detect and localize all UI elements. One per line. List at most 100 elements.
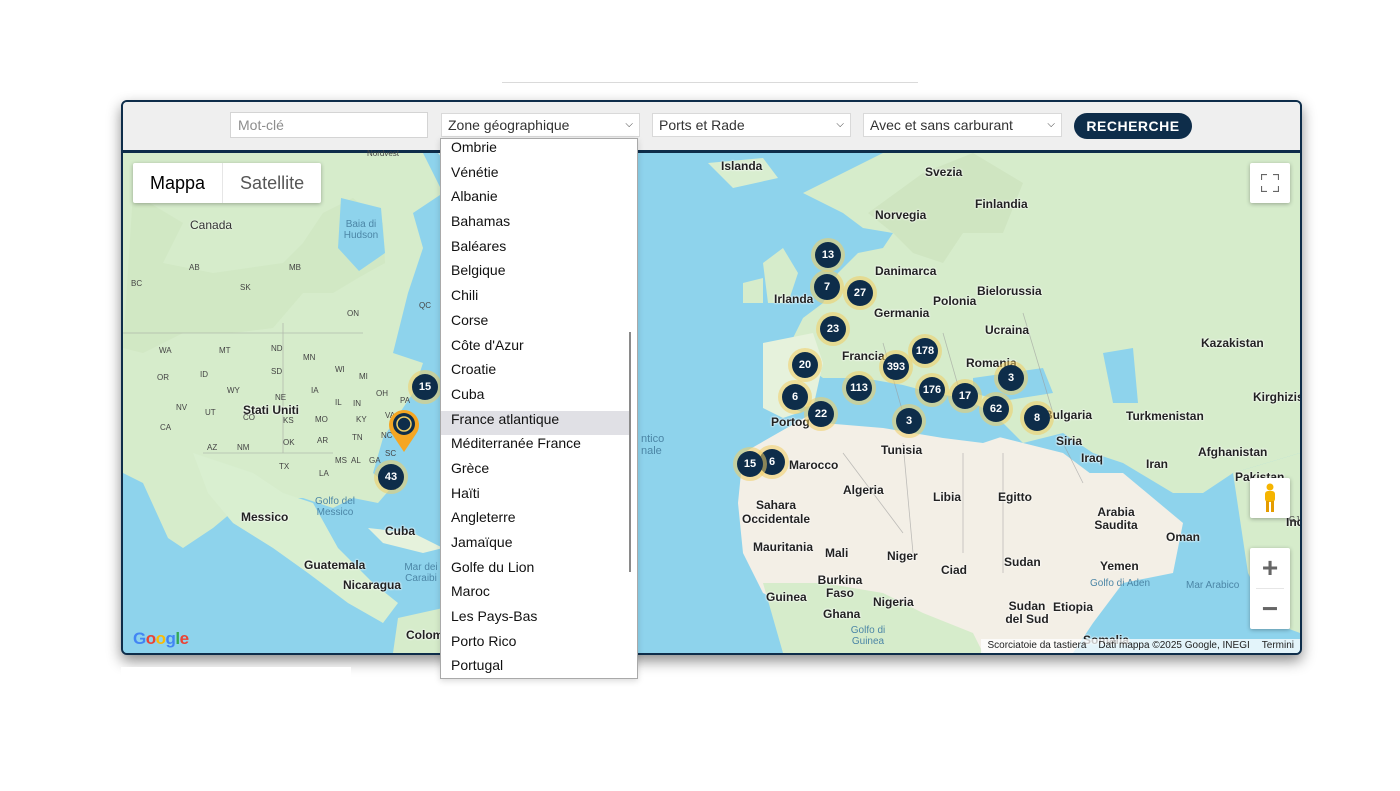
search-button[interactable]: RECHERCHE [1074, 113, 1192, 139]
map-cluster[interactable]: 23 [816, 312, 850, 346]
dropdown-option[interactable]: Haïti [441, 485, 637, 510]
label-afghanistan: Afghanistan [1198, 445, 1268, 459]
map-cluster[interactable]: 7 [810, 270, 844, 304]
keyboard-shortcuts-link[interactable]: Scorciatoie da tastiera [981, 639, 1092, 653]
label-sudan-del-sud: Sudan del Sud [1005, 599, 1049, 626]
map-cluster[interactable]: 62 [979, 392, 1013, 426]
dropdown-option[interactable]: Baléares [441, 238, 637, 263]
map-cluster[interactable]: 20 [788, 348, 822, 382]
map-cluster[interactable]: 393 [879, 350, 913, 384]
map-cluster[interactable]: 178 [908, 334, 942, 368]
label-guatemala: Guatemala [304, 558, 366, 572]
label-islanda: Islanda [721, 159, 763, 173]
dropdown-option[interactable]: Cuba [441, 386, 637, 411]
dropdown-option[interactable]: Ombrie [441, 139, 637, 164]
map-cluster[interactable]: 3 [994, 361, 1028, 395]
fuel-select[interactable]: Avec et sans carburant ⌵ [863, 113, 1062, 137]
label-kirghizistan: Kirghizistan [1253, 390, 1300, 404]
dropdown-option[interactable]: Angleterre [441, 509, 637, 534]
map-type-map-button[interactable]: Mappa [133, 163, 222, 203]
zoom-in-button[interactable]: + [1250, 548, 1290, 588]
map-data-credit: Dati mappa ©2025 Google, INEGI [1098, 640, 1250, 651]
map-cluster[interactable]: 113 [842, 371, 876, 405]
dropdown-option[interactable]: Vénétie [441, 164, 637, 189]
label-arabia-saudita: Arabia Saudita [1094, 505, 1138, 532]
dropdown-option[interactable]: Albanie [441, 188, 637, 213]
dropdown-option[interactable]: Grèce [441, 460, 637, 485]
dropdown-option[interactable]: Chili [441, 287, 637, 312]
label-svezia: Svezia [925, 165, 963, 179]
dropdown-option[interactable]: Corse [441, 312, 637, 337]
dropdown-option-highlighted[interactable]: France atlantique [441, 410, 631, 436]
cluster-count: 7 [814, 274, 840, 300]
zone-select-value: Zone géographique [448, 117, 570, 133]
google-logo: Google [133, 629, 189, 648]
dropdown-option[interactable]: Belgique [441, 262, 637, 287]
dropdown-scrollbar[interactable] [629, 332, 631, 572]
label-nordvest: Nordvest [367, 149, 400, 158]
dropdown-option[interactable]: Croatie [441, 361, 637, 386]
dropdown-option[interactable]: Côte d'Azur [441, 337, 637, 362]
dropdown-option[interactable]: Les Pays-Bas [441, 608, 637, 633]
label-hudson: Baia di Hudson [343, 219, 379, 241]
map-cluster[interactable]: 22 [804, 397, 838, 431]
dropdown-option[interactable]: Portugal [441, 657, 637, 678]
keyword-input[interactable] [230, 112, 428, 138]
map-canvas[interactable]: Canada Stati Uniti Messico Cuba Guatemal… [123, 149, 1300, 653]
dropdown-option[interactable]: Bahamas [441, 213, 637, 238]
label-state-mn: MN [303, 353, 316, 362]
fullscreen-icon [1261, 174, 1279, 192]
label-state-al: AL [351, 456, 361, 465]
label-guinea: Guinea [766, 590, 807, 604]
map-cluster[interactable]: 13 [811, 238, 845, 272]
label-state-ks: KS [283, 416, 294, 425]
map-cluster[interactable]: 3 [892, 404, 926, 438]
map-cluster[interactable]: 176 [915, 373, 949, 407]
dropdown-option[interactable]: Porto Rico [441, 633, 637, 658]
zoom-out-button[interactable]: − [1250, 589, 1290, 629]
map-cluster[interactable]: 15 [733, 447, 767, 481]
fullscreen-button[interactable] [1250, 163, 1290, 203]
dropdown-option[interactable]: Méditerranée France [441, 435, 637, 460]
label-occidentale: nale [641, 445, 662, 457]
ports-select[interactable]: Ports et Rade ⌵ [652, 113, 851, 137]
map-cluster[interactable]: 27 [843, 276, 877, 310]
label-canada: Canada [190, 218, 233, 232]
map-cluster[interactable]: 8 [1020, 401, 1054, 435]
label-caraibi: Mar dei Caraibi [404, 562, 438, 584]
label-state-mt: MT [219, 346, 231, 355]
label-golfo-messico: Golfo del Messico [314, 496, 356, 518]
street-view-button[interactable] [1250, 478, 1290, 518]
label-state-in: IN [353, 399, 361, 408]
label-state-la: LA [319, 469, 329, 478]
map-cluster[interactable]: 15 [408, 370, 442, 404]
map-type-satellite-button[interactable]: Satellite [222, 163, 321, 203]
dropdown-option[interactable]: Maroc [441, 583, 637, 608]
label-polonia: Polonia [933, 294, 977, 308]
label-state-mi: MI [359, 372, 368, 381]
dropdown-option[interactable]: Jamaïque [441, 534, 637, 559]
label-state-ne: NE [275, 393, 287, 402]
label-mar-arabico: Mar Arabico [1186, 580, 1240, 591]
zone-dropdown-list[interactable]: Ombrie Vénétie Albanie Bahamas Baléares … [440, 138, 638, 679]
label-burkina-faso: Burkina Faso [817, 573, 863, 600]
label-golfo-aden: Golfo di Aden [1090, 578, 1151, 589]
location-pin-icon[interactable] [387, 408, 421, 452]
cluster-count: 17 [952, 383, 978, 409]
zone-select[interactable]: Zone géographique ⌵ [441, 113, 640, 137]
label-marocco: Marocco [789, 458, 839, 472]
label-state-tx: TX [279, 462, 290, 471]
chevron-down-icon: ⌵ [1047, 119, 1055, 130]
label-state-qc: QC [419, 301, 431, 310]
dropdown-option[interactable]: Golfe du Lion [441, 559, 637, 584]
label-state-co: CO [243, 413, 255, 422]
terms-link[interactable]: Termini [1256, 639, 1300, 653]
label-state-ms: MS [335, 456, 347, 465]
label-state-sd: SD [271, 367, 283, 376]
label-bielorussia: Bielorussia [977, 284, 1042, 298]
map-cluster[interactable]: 43 [374, 460, 408, 494]
map-cluster[interactable]: 17 [948, 379, 982, 413]
label-iran: Iran [1146, 457, 1169, 471]
label-state-mb: MB [289, 263, 301, 272]
label-state-gj: GJ [1289, 515, 1300, 524]
